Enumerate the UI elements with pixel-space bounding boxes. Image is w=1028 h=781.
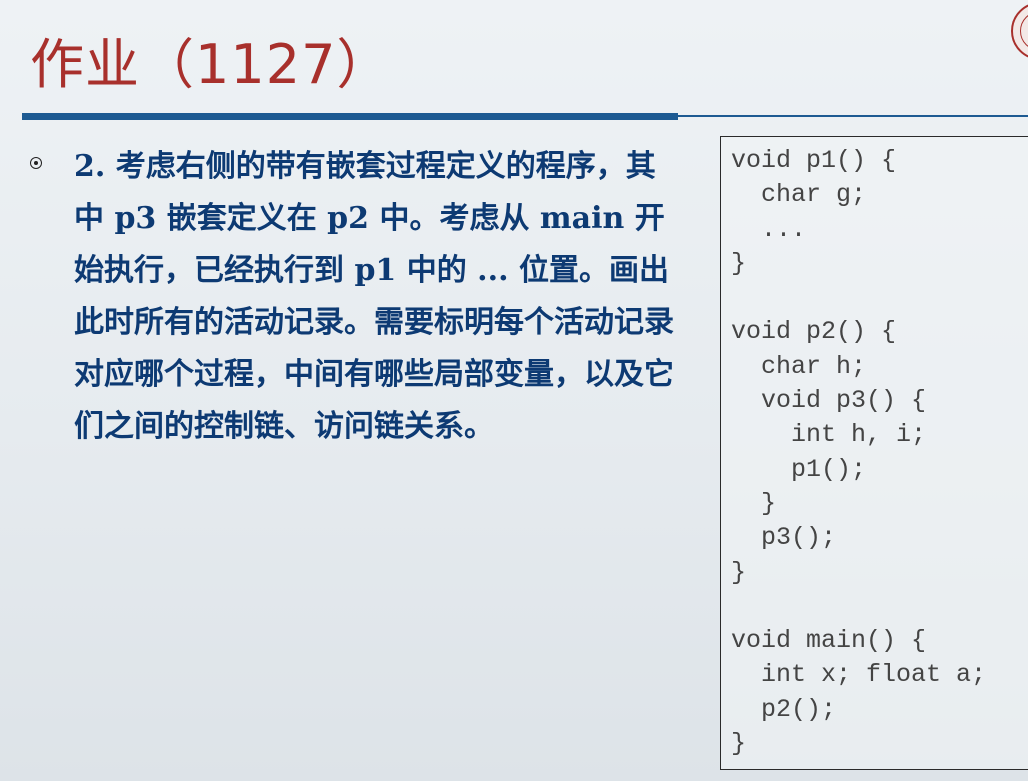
- question-text: 2. 考虑右侧的带有嵌套过程定义的程序，其中 p3 嵌套定义在 p2 中。考虑从…: [74, 149, 674, 444]
- title-rule-thin: [678, 115, 1028, 117]
- slide-title: 作业（1127）: [30, 33, 392, 96]
- code-listing: void p1() { char g; ... } void p2() { ch…: [731, 146, 987, 759]
- seal-inner-ring: [1020, 11, 1028, 51]
- university-seal-icon: [1011, 2, 1028, 60]
- bullet-icon: [30, 157, 42, 169]
- title-rule: [22, 113, 678, 120]
